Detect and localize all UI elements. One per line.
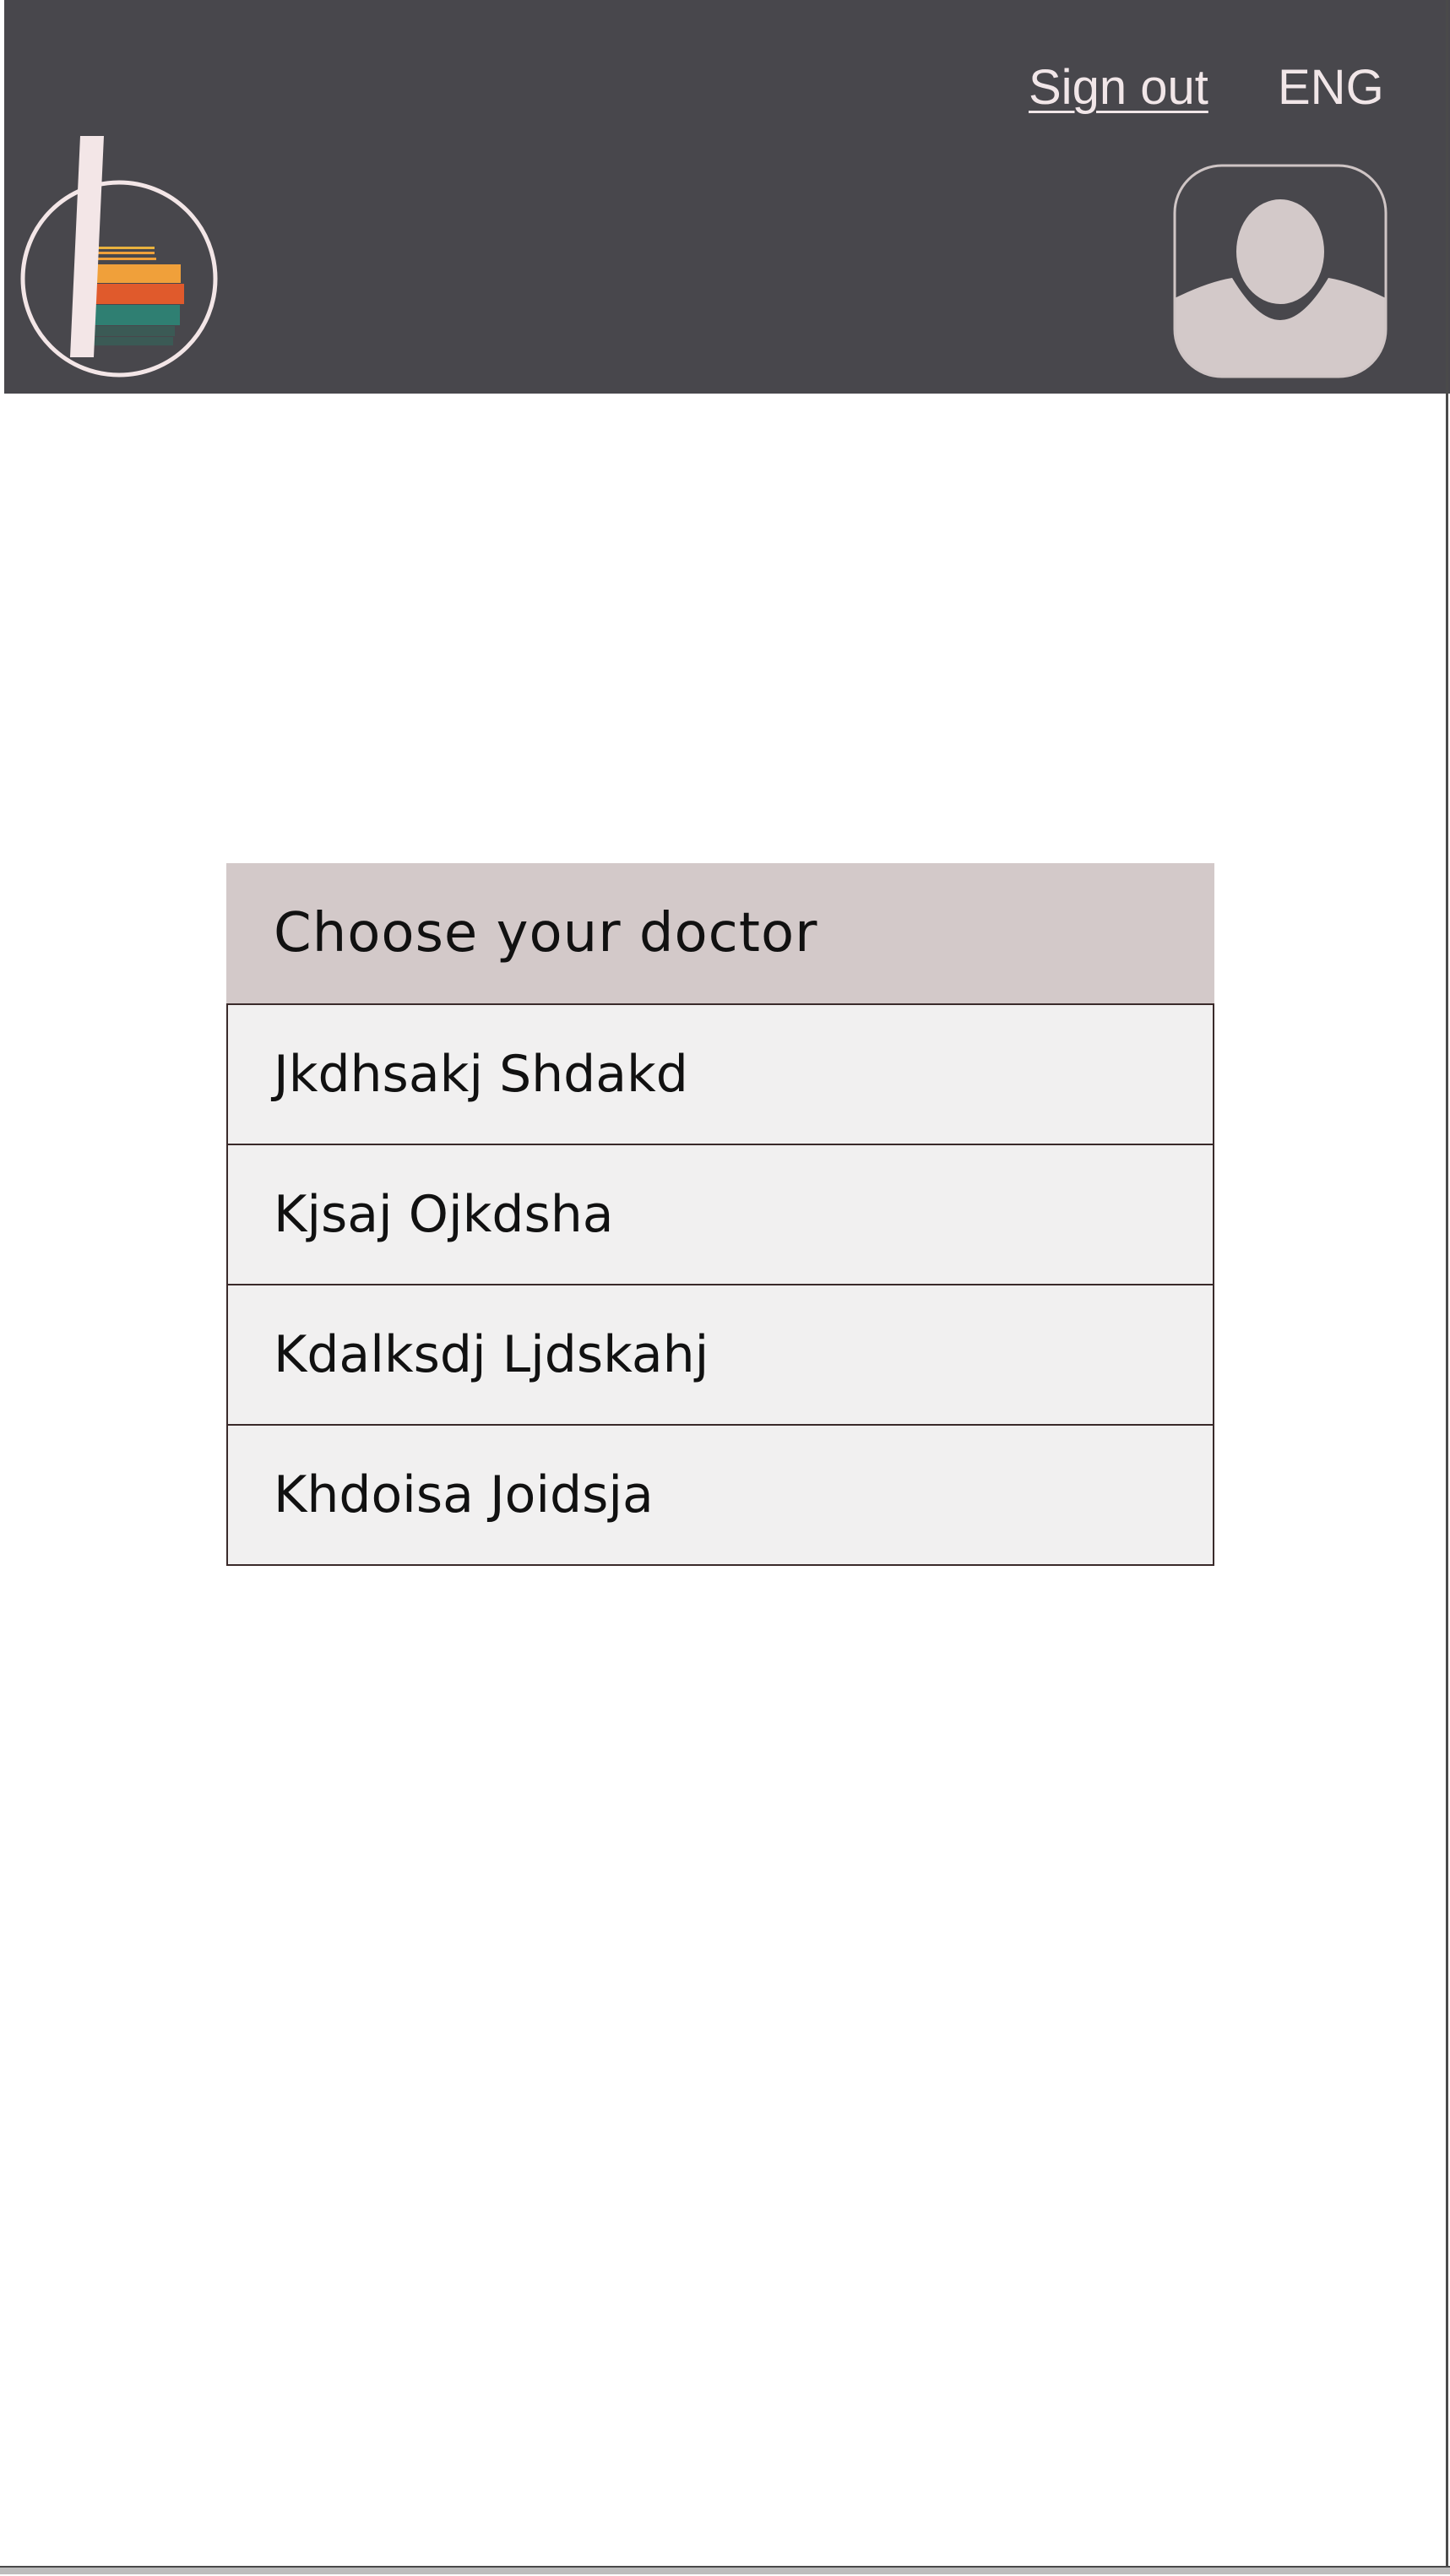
doctor-name: Kjsaj Ojkdsha (274, 1185, 614, 1244)
doctor-name: Khdoisa Joidsja (274, 1465, 654, 1524)
choose-doctor-panel: Choose your doctor Jkdhsakj Shdakd Kjsaj… (226, 863, 1214, 1566)
page: Sign out ENG Choose your doctor Jkdhsakj… (0, 0, 1450, 2576)
panel-header: Choose your doctor (226, 863, 1214, 1003)
clinic-logo-icon (20, 136, 218, 378)
doctor-list-item[interactable]: Kjsaj Ojkdsha (226, 1145, 1214, 1285)
doctor-list-item[interactable]: Khdoisa Joidsja (226, 1426, 1214, 1566)
bottom-border (0, 2566, 1450, 2574)
page-title: Choose your doctor (274, 902, 818, 965)
top-header: Sign out ENG (4, 0, 1450, 394)
doctor-name: Jkdhsakj Shdakd (274, 1045, 688, 1104)
doctor-list: Jkdhsakj Shdakd Kjsaj Ojkdsha Kdalksdj L… (226, 1003, 1214, 1566)
sign-out-link[interactable]: Sign out (1029, 59, 1208, 116)
doctor-name: Kdalksdj Ljdskahj (274, 1325, 709, 1384)
doctor-list-item[interactable]: Kdalksdj Ljdskahj (226, 1285, 1214, 1426)
user-avatar-icon[interactable] (1173, 164, 1388, 378)
doctor-list-item[interactable]: Jkdhsakj Shdakd (226, 1003, 1214, 1145)
right-border (1446, 0, 1448, 2568)
language-selector[interactable]: ENG (1278, 59, 1384, 116)
